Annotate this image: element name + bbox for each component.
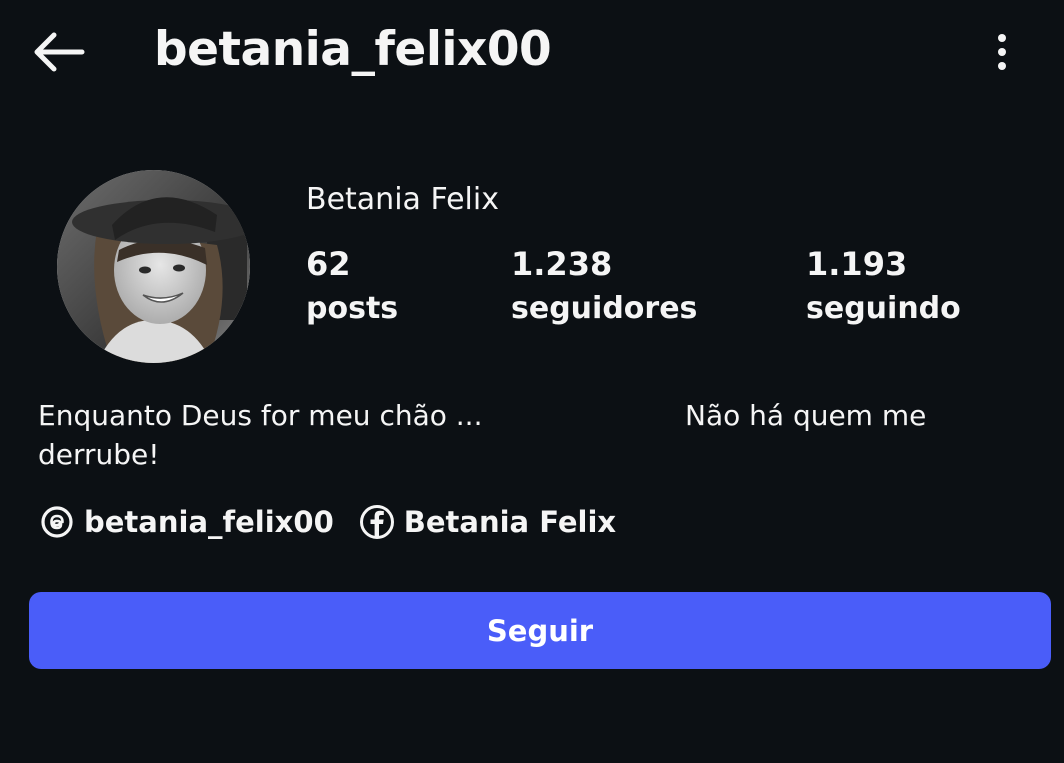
- bio-line: derrube!: [38, 438, 160, 471]
- bio: Enquanto Deus for meu chão ... Não há qu…: [38, 396, 1038, 476]
- followers-count: 1.238: [511, 245, 613, 283]
- posts-label: posts: [306, 291, 399, 326]
- threads-icon: [38, 503, 76, 541]
- followers-stat[interactable]: 1.238 seguidores: [511, 242, 697, 332]
- profile-links: betania_felix00 Betania Felix: [38, 500, 640, 544]
- posts-stat[interactable]: 62 posts: [306, 242, 398, 332]
- posts-count: 62: [306, 245, 351, 283]
- more-options-button[interactable]: [980, 28, 1024, 76]
- following-stat[interactable]: 1.193 seguindo: [806, 242, 961, 332]
- arrow-left-icon: [34, 32, 85, 72]
- page-title: betania_felix00: [154, 22, 552, 77]
- facebook-icon: [358, 503, 396, 541]
- bio-line: Enquanto Deus for meu chão ...: [38, 399, 483, 432]
- bio-line: Não há quem me: [685, 399, 927, 432]
- top-bar: betania_felix00: [0, 0, 1064, 104]
- avatar[interactable]: [57, 170, 250, 363]
- facebook-link-label: Betania Felix: [403, 505, 617, 539]
- following-label: seguindo: [806, 291, 961, 326]
- follow-button-label: Seguir: [486, 613, 594, 648]
- back-button[interactable]: [26, 24, 90, 80]
- threads-link-label: betania_felix00: [84, 505, 334, 539]
- followers-label: seguidores: [511, 291, 698, 326]
- profile-photo: [57, 170, 250, 363]
- follow-button[interactable]: Seguir: [29, 592, 1051, 669]
- display-name: Betania Felix: [306, 182, 499, 217]
- following-count: 1.193: [806, 245, 908, 283]
- more-vertical-icon: [998, 34, 1006, 70]
- facebook-link[interactable]: Betania Felix: [358, 503, 616, 541]
- threads-link[interactable]: betania_felix00: [38, 503, 334, 541]
